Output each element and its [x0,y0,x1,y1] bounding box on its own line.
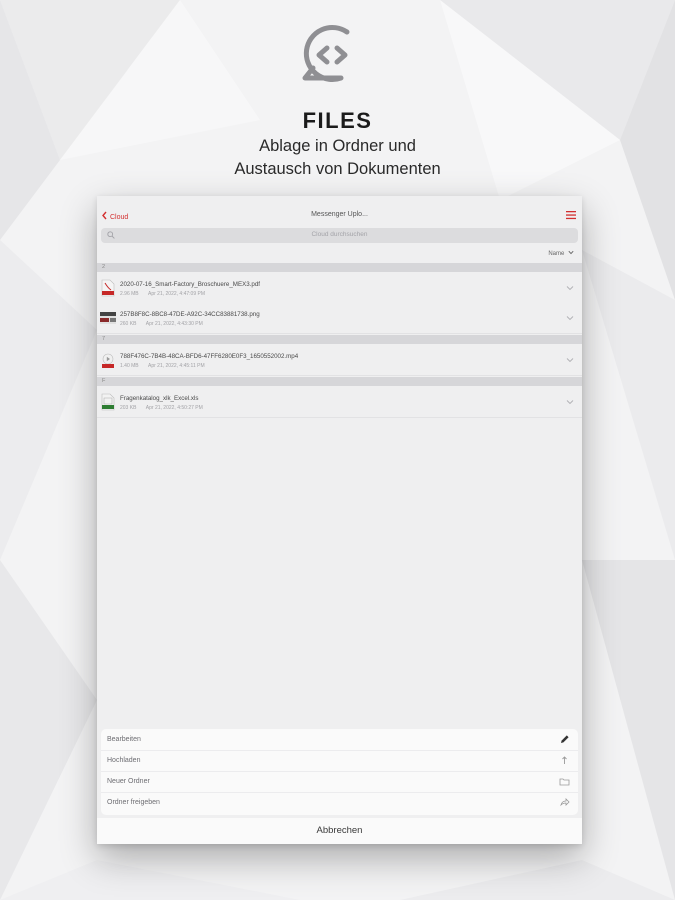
file-row[interactable]: 257B8F8C-8BC8-47DE-A92C-34CC83881738.png… [97,303,582,334]
file-date: Apr 21, 2022, 4:47:09 PM [148,291,205,297]
file-name: Fragenkatalog_xlk_Excel.xls [120,395,199,402]
action-label: Hochladen [107,757,141,764]
cancel-button[interactable]: Abbrechen [97,818,582,844]
section-header: 2 [97,263,582,272]
nav-title: Messenger Uplo... [311,211,368,218]
folder-icon [559,778,570,786]
subtitle-line-1: Ablage in Ordner und [259,137,416,155]
file-name: 257B8F8C-8BC8-47DE-A92C-34CC83881738.png [120,311,260,318]
file-row[interactable]: 2020-07-16_Smart-Factory_Broschuere_MEX3… [97,273,582,304]
chat-bubble-code-icon [302,25,350,82]
file-meta: 2.96 MB Apr 21, 2022, 4:47:09 PM [120,291,205,297]
section-letter: 2 [102,264,106,270]
excel-file-icon [101,393,115,411]
page-title: FILES [302,108,373,133]
image-thumbnail-icon [100,312,116,324]
file-meta: 1.40 MB Apr 21, 2022, 4:45:11 PM [120,363,205,369]
action-label: Bearbeiten [107,736,141,743]
file-name: 2020-07-16_Smart-Factory_Broschuere_MEX3… [120,281,260,288]
action-edit[interactable]: Bearbeiten [101,729,578,751]
file-row[interactable]: 788F476C-7B4B-48CA-BFD6-47FF6280E0F3_165… [97,345,582,376]
section-header: F [97,377,582,386]
action-label: Neuer Ordner [107,778,150,785]
search-input[interactable]: Cloud durchsuchen [101,228,578,243]
pdf-file-icon [101,279,115,297]
video-file-icon [102,353,114,368]
pencil-icon [561,735,569,743]
file-row[interactable]: Fragenkatalog_xlk_Excel.xls 203 KB Apr 2… [97,387,582,418]
action-sheet: Bearbeiten Hochladen Neuer Ordner Ordner… [101,729,578,815]
file-name: 788F476C-7B4B-48CA-BFD6-47FF6280E0F3_165… [120,353,299,360]
file-size: 260 KB [120,321,137,327]
file-size: 2.96 MB [120,291,139,297]
section-header: 7 [97,335,582,344]
navigation-bar: Cloud Messenger Uplo... [97,206,582,226]
tablet-screen: Cloud Messenger Uplo... Cloud durchsuche… [97,196,582,844]
action-label: Ordner freigeben [107,799,160,806]
file-date: Apr 21, 2022, 4:43:30 PM [145,321,203,327]
upload-icon [562,756,567,764]
file-date: Apr 21, 2022, 4:45:11 PM [148,363,205,369]
chevron-down-icon[interactable] [566,285,574,291]
sort-label: Name [548,251,565,257]
file-meta: 260 KB Apr 21, 2022, 4:43:30 PM [120,321,203,327]
sort-button[interactable]: Name [548,250,574,257]
action-share-folder[interactable]: Ordner freigeben [101,792,578,813]
section-letter: F [102,378,106,384]
file-size: 1.40 MB [120,363,139,369]
chevron-down-icon[interactable] [566,399,574,405]
section-letter: 7 [102,336,106,342]
hamburger-menu-icon[interactable] [566,210,576,220]
share-icon [560,798,570,807]
file-date: Apr 21, 2022, 4:50:27 PM [145,405,203,411]
subtitle-line-2: Austausch von Dokumenten [234,160,441,178]
search-placeholder: Cloud durchsuchen [311,231,368,238]
chevron-down-icon [568,250,574,255]
action-new-folder[interactable]: Neuer Ordner [101,771,578,793]
file-size: 203 KB [120,405,137,411]
chevron-down-icon[interactable] [566,315,574,321]
file-meta: 203 KB Apr 21, 2022, 4:50:27 PM [120,405,203,411]
chevron-down-icon[interactable] [566,357,574,363]
action-upload[interactable]: Hochladen [101,750,578,772]
